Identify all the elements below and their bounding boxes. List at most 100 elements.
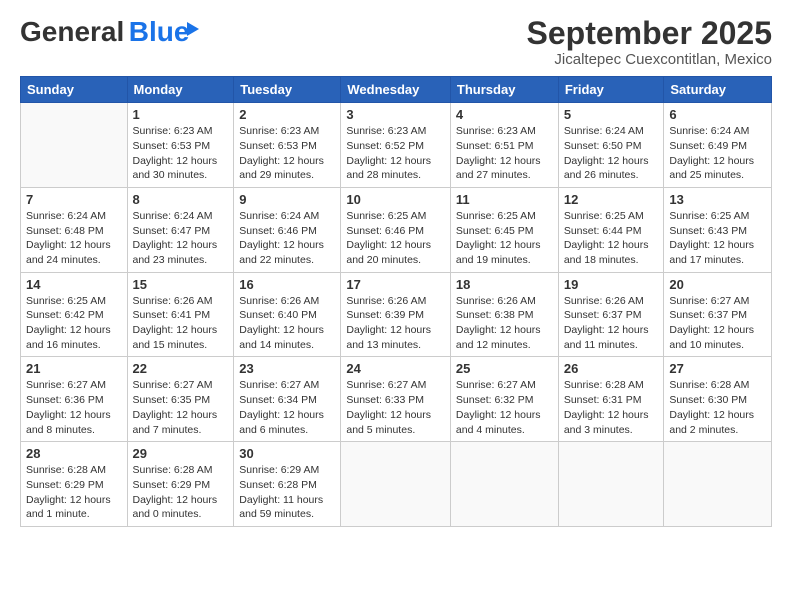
cell-day-number: 15 — [133, 277, 229, 292]
cell-sunrise: Sunrise: 6:27 AMSunset: 6:35 PMDaylight:… — [133, 379, 218, 435]
cell-day-number: 21 — [26, 361, 122, 376]
table-row: 24 Sunrise: 6:27 AMSunset: 6:33 PMDaylig… — [341, 357, 451, 442]
col-friday: Friday — [558, 77, 664, 103]
cell-day-number: 8 — [133, 192, 229, 207]
cell-day-number: 14 — [26, 277, 122, 292]
col-saturday: Saturday — [664, 77, 772, 103]
table-row: 2 Sunrise: 6:23 AMSunset: 6:53 PMDayligh… — [234, 103, 341, 188]
table-row — [341, 442, 451, 527]
table-row: 27 Sunrise: 6:28 AMSunset: 6:30 PMDaylig… — [664, 357, 772, 442]
cell-day-number: 7 — [26, 192, 122, 207]
cell-sunrise: Sunrise: 6:27 AMSunset: 6:33 PMDaylight:… — [346, 379, 431, 435]
logo: General Blue — [20, 16, 189, 48]
cell-sunrise: Sunrise: 6:27 AMSunset: 6:32 PMDaylight:… — [456, 379, 541, 435]
col-thursday: Thursday — [450, 77, 558, 103]
table-row: 23 Sunrise: 6:27 AMSunset: 6:34 PMDaylig… — [234, 357, 341, 442]
cell-sunrise: Sunrise: 6:25 AMSunset: 6:43 PMDaylight:… — [669, 210, 754, 266]
cell-day-number: 3 — [346, 107, 445, 122]
table-row: 14 Sunrise: 6:25 AMSunset: 6:42 PMDaylig… — [21, 272, 128, 357]
cell-sunrise: Sunrise: 6:25 AMSunset: 6:45 PMDaylight:… — [456, 210, 541, 266]
calendar-title: September 2025 — [527, 16, 772, 51]
cell-day-number: 19 — [564, 277, 659, 292]
cell-day-number: 26 — [564, 361, 659, 376]
cell-day-number: 28 — [26, 446, 122, 461]
cell-sunrise: Sunrise: 6:24 AMSunset: 6:49 PMDaylight:… — [669, 125, 754, 181]
cell-sunrise: Sunrise: 6:23 AMSunset: 6:52 PMDaylight:… — [346, 125, 431, 181]
table-row: 25 Sunrise: 6:27 AMSunset: 6:32 PMDaylig… — [450, 357, 558, 442]
cell-day-number: 30 — [239, 446, 335, 461]
cell-day-number: 12 — [564, 192, 659, 207]
cell-day-number: 11 — [456, 192, 553, 207]
table-row: 18 Sunrise: 6:26 AMSunset: 6:38 PMDaylig… — [450, 272, 558, 357]
table-row: 6 Sunrise: 6:24 AMSunset: 6:49 PMDayligh… — [664, 103, 772, 188]
cell-sunrise: Sunrise: 6:25 AMSunset: 6:46 PMDaylight:… — [346, 210, 431, 266]
table-row: 30 Sunrise: 6:29 AMSunset: 6:28 PMDaylig… — [234, 442, 341, 527]
cell-sunrise: Sunrise: 6:27 AMSunset: 6:36 PMDaylight:… — [26, 379, 111, 435]
cell-day-number: 18 — [456, 277, 553, 292]
cell-sunrise: Sunrise: 6:28 AMSunset: 6:30 PMDaylight:… — [669, 379, 754, 435]
table-row: 16 Sunrise: 6:26 AMSunset: 6:40 PMDaylig… — [234, 272, 341, 357]
week-row-5: 28 Sunrise: 6:28 AMSunset: 6:29 PMDaylig… — [21, 442, 772, 527]
table-row: 8 Sunrise: 6:24 AMSunset: 6:47 PMDayligh… — [127, 187, 234, 272]
table-row: 4 Sunrise: 6:23 AMSunset: 6:51 PMDayligh… — [450, 103, 558, 188]
cell-sunrise: Sunrise: 6:28 AMSunset: 6:31 PMDaylight:… — [564, 379, 649, 435]
table-row: 28 Sunrise: 6:28 AMSunset: 6:29 PMDaylig… — [21, 442, 128, 527]
table-row: 15 Sunrise: 6:26 AMSunset: 6:41 PMDaylig… — [127, 272, 234, 357]
col-tuesday: Tuesday — [234, 77, 341, 103]
cell-day-number: 6 — [669, 107, 766, 122]
table-row: 19 Sunrise: 6:26 AMSunset: 6:37 PMDaylig… — [558, 272, 664, 357]
cell-day-number: 23 — [239, 361, 335, 376]
cell-sunrise: Sunrise: 6:26 AMSunset: 6:41 PMDaylight:… — [133, 295, 218, 351]
col-wednesday: Wednesday — [341, 77, 451, 103]
table-row: 13 Sunrise: 6:25 AMSunset: 6:43 PMDaylig… — [664, 187, 772, 272]
cell-sunrise: Sunrise: 6:29 AMSunset: 6:28 PMDaylight:… — [239, 464, 323, 520]
table-row — [21, 103, 128, 188]
cell-sunrise: Sunrise: 6:24 AMSunset: 6:47 PMDaylight:… — [133, 210, 218, 266]
cell-day-number: 5 — [564, 107, 659, 122]
cell-day-number: 1 — [133, 107, 229, 122]
table-row: 26 Sunrise: 6:28 AMSunset: 6:31 PMDaylig… — [558, 357, 664, 442]
calendar-table: Sunday Monday Tuesday Wednesday Thursday… — [20, 76, 772, 527]
cell-sunrise: Sunrise: 6:23 AMSunset: 6:53 PMDaylight:… — [239, 125, 324, 181]
title-block: September 2025 Jicaltepec Cuexcontitlan,… — [527, 16, 772, 68]
week-row-1: 1 Sunrise: 6:23 AMSunset: 6:53 PMDayligh… — [21, 103, 772, 188]
cell-sunrise: Sunrise: 6:28 AMSunset: 6:29 PMDaylight:… — [26, 464, 111, 520]
table-row: 20 Sunrise: 6:27 AMSunset: 6:37 PMDaylig… — [664, 272, 772, 357]
calendar-subtitle: Jicaltepec Cuexcontitlan, Mexico — [527, 51, 772, 68]
cell-sunrise: Sunrise: 6:24 AMSunset: 6:48 PMDaylight:… — [26, 210, 111, 266]
table-row: 10 Sunrise: 6:25 AMSunset: 6:46 PMDaylig… — [341, 187, 451, 272]
week-row-2: 7 Sunrise: 6:24 AMSunset: 6:48 PMDayligh… — [21, 187, 772, 272]
table-row: 29 Sunrise: 6:28 AMSunset: 6:29 PMDaylig… — [127, 442, 234, 527]
cell-sunrise: Sunrise: 6:24 AMSunset: 6:50 PMDaylight:… — [564, 125, 649, 181]
table-row: 3 Sunrise: 6:23 AMSunset: 6:52 PMDayligh… — [341, 103, 451, 188]
cell-day-number: 17 — [346, 277, 445, 292]
cell-day-number: 13 — [669, 192, 766, 207]
logo-blue: Blue — [129, 16, 190, 47]
cell-sunrise: Sunrise: 6:24 AMSunset: 6:46 PMDaylight:… — [239, 210, 324, 266]
cell-day-number: 2 — [239, 107, 335, 122]
cell-sunrise: Sunrise: 6:26 AMSunset: 6:39 PMDaylight:… — [346, 295, 431, 351]
cell-sunrise: Sunrise: 6:27 AMSunset: 6:37 PMDaylight:… — [669, 295, 754, 351]
cell-day-number: 29 — [133, 446, 229, 461]
table-row: 7 Sunrise: 6:24 AMSunset: 6:48 PMDayligh… — [21, 187, 128, 272]
table-row: 22 Sunrise: 6:27 AMSunset: 6:35 PMDaylig… — [127, 357, 234, 442]
table-row: 9 Sunrise: 6:24 AMSunset: 6:46 PMDayligh… — [234, 187, 341, 272]
cell-day-number: 10 — [346, 192, 445, 207]
cell-sunrise: Sunrise: 6:26 AMSunset: 6:40 PMDaylight:… — [239, 295, 324, 351]
table-row: 12 Sunrise: 6:25 AMSunset: 6:44 PMDaylig… — [558, 187, 664, 272]
cell-sunrise: Sunrise: 6:28 AMSunset: 6:29 PMDaylight:… — [133, 464, 218, 520]
table-row — [664, 442, 772, 527]
cell-day-number: 4 — [456, 107, 553, 122]
cell-day-number: 27 — [669, 361, 766, 376]
col-sunday: Sunday — [21, 77, 128, 103]
table-row: 5 Sunrise: 6:24 AMSunset: 6:50 PMDayligh… — [558, 103, 664, 188]
cell-sunrise: Sunrise: 6:26 AMSunset: 6:37 PMDaylight:… — [564, 295, 649, 351]
cell-day-number: 24 — [346, 361, 445, 376]
table-row — [450, 442, 558, 527]
col-monday: Monday — [127, 77, 234, 103]
cell-day-number: 16 — [239, 277, 335, 292]
table-row: 17 Sunrise: 6:26 AMSunset: 6:39 PMDaylig… — [341, 272, 451, 357]
page: General Blue September 2025 Jicaltepec C… — [0, 0, 792, 612]
table-row: 11 Sunrise: 6:25 AMSunset: 6:45 PMDaylig… — [450, 187, 558, 272]
cell-sunrise: Sunrise: 6:26 AMSunset: 6:38 PMDaylight:… — [456, 295, 541, 351]
